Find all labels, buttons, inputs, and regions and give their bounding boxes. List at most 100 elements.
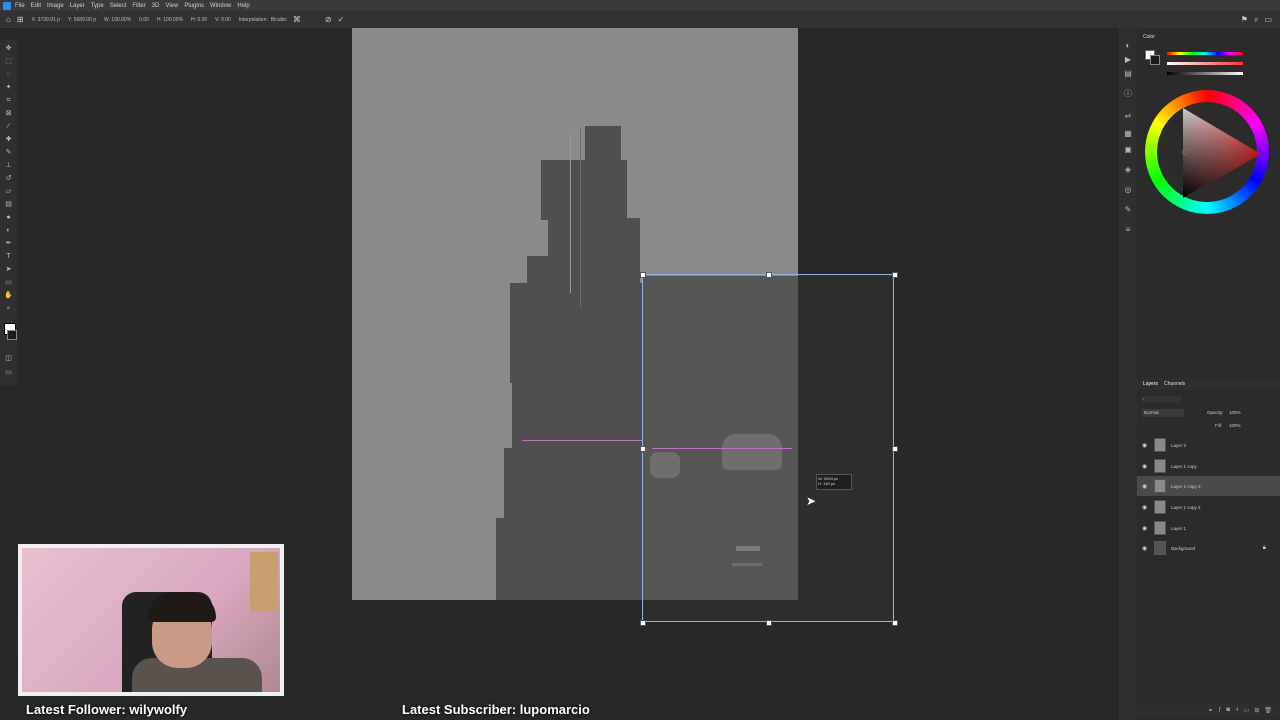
properties-icon[interactable]: ▦: [1123, 130, 1133, 138]
home-icon[interactable]: ⌂: [6, 15, 11, 24]
menu-window[interactable]: Window: [210, 3, 231, 9]
visibility-eye-icon[interactable]: ◉: [1142, 545, 1150, 552]
hue-slider[interactable]: [1167, 52, 1243, 55]
transform-handle-middle-left[interactable]: [640, 446, 646, 452]
pen-tool-icon[interactable]: ✒: [4, 240, 13, 247]
angle-field[interactable]: 0.00: [139, 17, 149, 23]
blur-tool-icon[interactable]: ●: [4, 214, 13, 221]
warp-icon[interactable]: ⌘: [293, 15, 301, 24]
interpolation-select[interactable]: Bicubic: [271, 17, 287, 23]
visibility-eye-icon[interactable]: ◉: [1142, 463, 1150, 470]
transform-handle-bottom-right[interactable]: [892, 620, 898, 626]
menu-edit[interactable]: Edit: [31, 3, 41, 9]
visibility-eye-icon[interactable]: ◉: [1142, 525, 1150, 532]
new-layer-icon[interactable]: ⊞: [1254, 707, 1259, 714]
clone-stamp-tool-icon[interactable]: ⊥: [4, 162, 13, 169]
h-skew-field[interactable]: H: 0.00: [191, 17, 207, 23]
delete-layer-icon[interactable]: 🗑︎: [1264, 707, 1272, 714]
share-icon[interactable]: ⚑: [1241, 15, 1248, 24]
brush-settings-icon[interactable]: ◎: [1123, 186, 1133, 194]
transform-handle-middle-right[interactable]: [892, 446, 898, 452]
visibility-eye-icon[interactable]: ◉: [1142, 504, 1150, 511]
crop-tool-icon[interactable]: ⌗: [4, 97, 13, 104]
menu-help[interactable]: Help: [237, 3, 249, 9]
zoom-tool-icon[interactable]: ⌕: [4, 305, 13, 312]
tab-layers[interactable]: Layers: [1143, 381, 1158, 387]
brush-tool-icon[interactable]: ✎: [4, 149, 13, 156]
search-icon[interactable]: ⌕: [1254, 15, 1258, 25]
layer-row[interactable]: ◉ Background 🔒︎: [1137, 538, 1280, 558]
new-group-icon[interactable]: ▭: [1244, 707, 1250, 714]
gradient-tool-icon[interactable]: ▤: [4, 201, 13, 208]
screen-mode-icon[interactable]: ▭: [4, 369, 13, 376]
move-tool-icon[interactable]: ✥: [4, 45, 13, 52]
opacity-field[interactable]: 100%: [1229, 409, 1241, 417]
menu-plugins[interactable]: Plugins: [184, 3, 204, 9]
visibility-eye-icon[interactable]: ◉: [1142, 442, 1150, 449]
y-field[interactable]: Y: 5689.00 p: [68, 17, 96, 23]
layer-filter-kind[interactable]: ⌕: [1142, 396, 1182, 403]
transform-handle-bottom-center[interactable]: [766, 620, 772, 626]
background-swatch[interactable]: [1150, 55, 1160, 65]
healing-brush-tool-icon[interactable]: ✚: [4, 136, 13, 143]
menu-select[interactable]: Select: [110, 3, 127, 9]
libraries-icon[interactable]: ▤: [1123, 70, 1133, 78]
layer-row[interactable]: ◉ Layer 1: [1137, 518, 1280, 538]
type-tool-icon[interactable]: T: [4, 253, 13, 260]
marquee-tool-icon[interactable]: ⬚: [4, 58, 13, 65]
transform-handle-top-right[interactable]: [892, 272, 898, 278]
link-layers-icon[interactable]: ⚭: [1208, 707, 1213, 714]
commit-transform-icon[interactable]: ✓: [338, 15, 345, 24]
lasso-tool-icon[interactable]: ◌: [4, 71, 13, 78]
layer-row-selected[interactable]: ◉ Layer 1 copy 3: [1137, 476, 1280, 496]
magic-wand-tool-icon[interactable]: ✦: [4, 84, 13, 91]
fill-field[interactable]: 100%: [1229, 422, 1241, 430]
x-field[interactable]: X: 3739.91 p: [32, 17, 60, 23]
fx-icon[interactable]: ƒ: [1218, 707, 1221, 713]
path-selection-tool-icon[interactable]: ➤: [4, 266, 13, 273]
color-triangle[interactable]: [1173, 106, 1265, 198]
dodge-tool-icon[interactable]: ◐: [4, 227, 13, 234]
blend-mode-select[interactable]: Normal: [1142, 409, 1184, 417]
menu-view[interactable]: View: [165, 3, 178, 9]
color-panel-icon[interactable]: ◐: [1123, 42, 1133, 50]
color-wheel[interactable]: [1145, 90, 1269, 214]
layer-row[interactable]: ◉ Layer 1 copy: [1137, 456, 1280, 476]
play-icon[interactable]: ▶: [1123, 56, 1133, 64]
menu-file[interactable]: File: [15, 3, 25, 9]
tab-channels[interactable]: Channels: [1164, 381, 1185, 387]
frame-tool-icon[interactable]: ⊠: [4, 110, 13, 117]
eraser-tool-icon[interactable]: ▱: [4, 188, 13, 195]
menu-type[interactable]: Type: [91, 3, 104, 9]
brightness-slider[interactable]: [1167, 72, 1243, 75]
transform-handle-top-center[interactable]: [766, 272, 772, 278]
info-icon[interactable]: ⓘ: [1123, 90, 1133, 98]
menu-layer[interactable]: Layer: [70, 3, 85, 9]
transform-handle-bottom-left[interactable]: [640, 620, 646, 626]
quick-mask-icon[interactable]: ◫: [4, 355, 13, 362]
shape-tool-icon[interactable]: ▭: [4, 279, 13, 286]
channels-icon[interactable]: ≡: [1123, 226, 1133, 234]
menu-filter[interactable]: Filter: [132, 3, 145, 9]
paths-icon[interactable]: ✎: [1123, 206, 1133, 214]
background-color-swatch[interactable]: [7, 330, 17, 340]
history-brush-tool-icon[interactable]: ↺: [4, 175, 13, 182]
transform-bounding-box[interactable]: [642, 274, 894, 622]
visibility-eye-icon[interactable]: ◉: [1142, 483, 1150, 490]
saturation-slider[interactable]: [1167, 62, 1243, 65]
width-field[interactable]: W: 100.00%: [104, 17, 131, 23]
menu-image[interactable]: Image: [47, 3, 64, 9]
layer-row[interactable]: ◉ Layer 1 copy 2: [1137, 497, 1280, 517]
adjustments-icon[interactable]: ⇌: [1123, 112, 1133, 120]
menu-3d[interactable]: 3D: [152, 3, 160, 9]
transform-handle-top-left[interactable]: [640, 272, 646, 278]
v-skew-field[interactable]: V: 0.00: [215, 17, 231, 23]
add-mask-icon[interactable]: ◙: [1226, 707, 1230, 713]
history-icon[interactable]: ▣: [1123, 146, 1133, 154]
eyedropper-tool-icon[interactable]: ⁄: [4, 123, 13, 130]
3d-icon[interactable]: ◈: [1123, 166, 1133, 174]
layer-row[interactable]: ◉ Layer 2: [1137, 435, 1280, 455]
height-field[interactable]: H: 100.00%: [157, 17, 183, 23]
workspace-icon[interactable]: ▭: [1264, 15, 1272, 24]
hand-tool-icon[interactable]: ✋: [4, 292, 13, 299]
